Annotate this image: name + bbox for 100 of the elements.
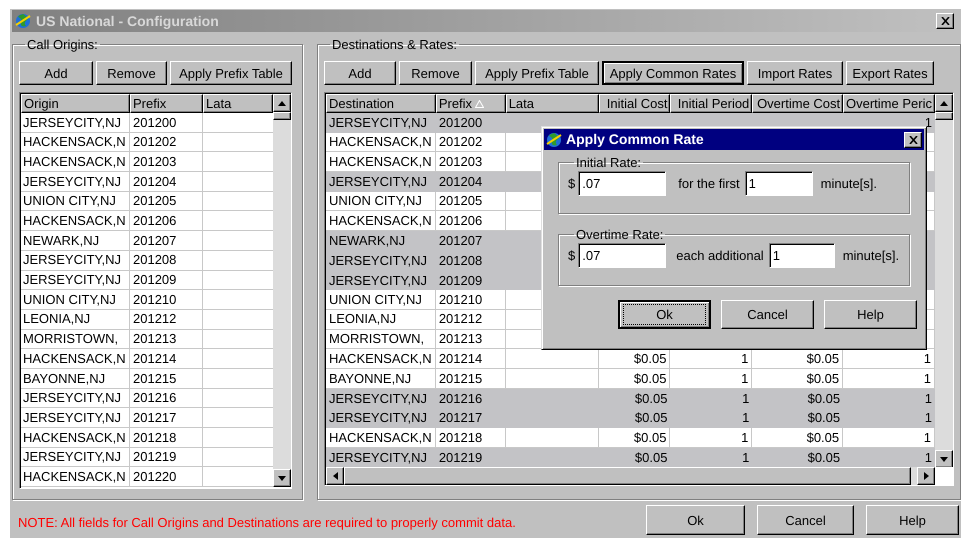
table-cell-text: 1	[924, 448, 932, 467]
table-row[interactable]: HACKENSACK,N 201218 $0.05 1 $0.05 1	[326, 428, 935, 448]
scroll-down-button[interactable]	[273, 469, 291, 487]
table-cell: 201210	[130, 290, 203, 310]
table-cell-text: JERSEYCITY,NJ	[329, 409, 428, 428]
scroll-down-button[interactable]	[935, 450, 953, 467]
table-cell-text: 201215	[438, 370, 482, 388]
table-cell: 201202	[130, 132, 203, 152]
close-button[interactable]	[936, 13, 954, 29]
toolbar-button[interactable]: Remove	[399, 61, 472, 85]
table-cell-text: HACKENSACK,N	[329, 212, 432, 230]
dialog-button[interactable]: Ok	[646, 505, 745, 535]
table-cell-text: $0.05	[808, 448, 840, 467]
unit-label: minute[s].	[820, 174, 878, 193]
toolbar-button[interactable]: Apply Prefix Table	[170, 61, 292, 85]
group-title: Overtime Rate:	[575, 228, 664, 241]
table-cell-text: JERSEYCITY,NJ	[329, 272, 428, 290]
dialog-title: Apply Common Rate	[566, 130, 704, 149]
toolbar-button[interactable]: Export Rates	[846, 61, 934, 85]
scroll-left-button[interactable]	[326, 467, 344, 485]
column-header[interactable]: Lata	[506, 94, 599, 113]
scroll-thumb[interactable]	[273, 112, 291, 120]
table-row[interactable]: HACKENSACK,N 201214 $0.05 1 $0.05 1	[326, 349, 935, 369]
table-cell-text: HACKENSACK,N	[329, 133, 432, 152]
currency-label: $	[568, 246, 576, 265]
table-cell: 201217	[130, 408, 203, 428]
rate-field[interactable]: .07	[578, 243, 666, 268]
left-arrow-icon	[332, 472, 338, 480]
table-cell-text: 1	[742, 448, 750, 467]
scroll-right-button[interactable]	[917, 467, 935, 485]
table-cell-text: LEONIA,NJ	[329, 310, 396, 328]
table-cell-text: 1	[924, 390, 932, 408]
column-header[interactable]: Origin	[21, 94, 130, 113]
toolbar-button[interactable]: Add	[324, 61, 396, 85]
dialog-button[interactable]: Ok	[618, 300, 711, 329]
table-cell: UNION CITY,NJ	[21, 290, 130, 310]
table-cell: HACKENSACK,N	[21, 428, 130, 448]
scroll-up-button[interactable]	[935, 94, 953, 112]
close-icon	[940, 17, 950, 25]
table-cell-text: HACKENSACK,N	[329, 152, 432, 171]
column-header[interactable]: Prefix	[436, 94, 506, 113]
table-cell-text: 1	[741, 370, 748, 388]
table-cell: 201208	[130, 250, 203, 270]
column-header[interactable]: Lata	[203, 94, 273, 113]
period-field[interactable]: 1	[768, 243, 835, 268]
table-cell-text: $0.05	[806, 350, 840, 368]
table-cell-text: 201208	[438, 252, 482, 270]
table-row[interactable]: JERSEYCITY,NJ 201216 $0.05 1 $0.05 1	[326, 388, 935, 408]
table-row[interactable]: JERSEYCITY,NJ 201217 $0.05 1 $0.05 1	[326, 408, 935, 428]
rate-field[interactable]: .07	[578, 171, 666, 196]
table-cell: HACKENSACK,N	[21, 467, 130, 488]
toolbar-button[interactable]: Add	[19, 61, 93, 85]
scroll-thumb[interactable]	[935, 112, 953, 120]
table-cell-text: 201219	[438, 448, 482, 467]
period-field[interactable]: 1	[744, 171, 813, 196]
table-cell: 201204	[130, 172, 203, 192]
toolbar-button[interactable]: Remove	[96, 61, 167, 85]
table-cell-text: 1	[741, 350, 748, 368]
column-header[interactable]: Initial Period	[670, 94, 752, 113]
table-row[interactable]: JERSEYCITY,NJ 201219 $0.05 1 $0.05 1	[326, 448, 935, 467]
column-header[interactable]: Prefix	[130, 94, 203, 113]
table-cell: JERSEYCITY,NJ	[21, 113, 130, 133]
column-header[interactable]: Destination	[326, 94, 436, 113]
dialog-button[interactable]: Help	[866, 505, 959, 535]
table-cell-text: BAYONNE,NJ	[329, 370, 412, 388]
table-cell-text: 201209	[438, 272, 482, 290]
table-cell-text: HACKENSACK,N	[329, 350, 432, 368]
table-cell-text: $0.05	[634, 428, 666, 447]
table-cell-text: 1	[742, 409, 750, 428]
table-cell: 201218	[130, 428, 203, 448]
table-cell-text: MORRISTOWN,	[329, 330, 424, 348]
vertical-scrollbar[interactable]	[935, 94, 953, 467]
column-header[interactable]: Overtime Peric	[843, 94, 935, 113]
dialog-button[interactable]: Help	[824, 300, 917, 329]
table-cell: MORRISTOWN,	[21, 330, 130, 350]
column-header[interactable]: Overtime Cost	[752, 94, 844, 113]
toolbar-button[interactable]: Apply Common Rates	[602, 61, 744, 85]
dialog-button[interactable]: Cancel	[757, 505, 854, 535]
table-cell: 201220	[130, 467, 203, 488]
table-row[interactable]: BAYONNE,NJ 201215 $0.05 1 $0.05 1	[326, 368, 935, 389]
table-cell-text: $0.05	[806, 428, 840, 447]
close-button[interactable]	[904, 132, 922, 148]
table-cell-text: $0.05	[634, 350, 666, 368]
toolbar-button[interactable]: Apply Prefix Table	[475, 61, 599, 85]
table-cell: LEONIA,NJ	[21, 310, 130, 330]
window-title: US National - Configuration	[36, 12, 219, 31]
table-cell: JERSEYCITY,NJ	[21, 408, 130, 428]
table-cell-text: 201202	[438, 133, 482, 152]
dialog-button[interactable]: Cancel	[721, 300, 814, 329]
toolbar-button[interactable]: Import Rates	[747, 61, 843, 85]
vertical-scrollbar[interactable]	[273, 94, 291, 487]
table-cell-text: 201207	[438, 232, 482, 250]
table-cell-text: 201210	[438, 290, 482, 309]
unit-label: minute[s].	[842, 246, 900, 265]
scroll-up-button[interactable]	[273, 94, 291, 112]
table-cell-text: 201217	[438, 409, 482, 428]
table-cell-text: JERSEYCITY,NJ	[329, 252, 428, 270]
table-cell-text: $0.05	[808, 390, 840, 408]
table-cell: NEWARK,NJ	[21, 231, 130, 251]
column-header[interactable]: Initial Cost	[598, 94, 670, 113]
